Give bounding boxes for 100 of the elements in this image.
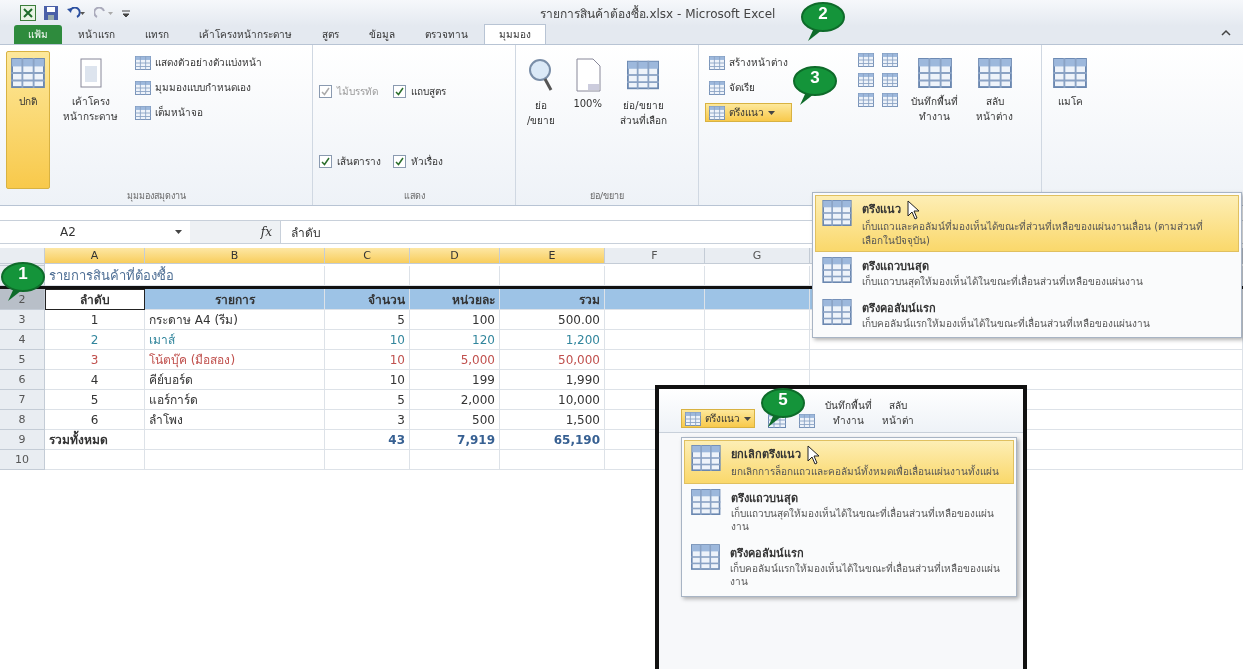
table-cell: แอร์การ์ด <box>145 390 325 410</box>
group-label: ย่อ/ขยาย <box>588 190 625 203</box>
row-header[interactable]: 9 <box>0 430 45 450</box>
column-header[interactable]: C <box>325 248 410 264</box>
ribbon-tab[interactable]: หน้าแรก <box>64 25 129 44</box>
view-option-button[interactable]: เต็มหน้าจอ <box>131 103 266 122</box>
ribbon-tab[interactable]: สูตร <box>308 25 353 44</box>
freeze-panes-icon <box>691 543 720 570</box>
menu-item-description: เก็บแถวบนสุดให้มองเห็นได้ในขณะที่เลื่อนส่วนที่เหลือของแผ่นงาน <box>730 506 995 534</box>
undo-icon[interactable] <box>66 7 86 19</box>
view-option-button[interactable]: มุมมองแบบกำหนดเอง <box>131 78 266 97</box>
table-cell: เมาส์ <box>145 330 325 350</box>
table-cell: กระดาษ A4 (รีม) <box>145 310 325 330</box>
table-cell: 50,000 <box>500 350 605 370</box>
menu-item[interactable]: ยกเลิกตรึงแนว ยกเลิกการล็อกแถวและคอลัมน์ทั้งหมดเพื่อเลื่อนแผ่นงานทั้งแผ่น <box>684 440 1014 484</box>
menu-item-description: เก็บแถวบนสุดให้มองเห็นได้ในขณะที่เลื่อนส่วนที่เหลือของแผ่นงาน <box>862 275 1143 289</box>
ribbon-tab[interactable]: มุมมอง <box>484 24 546 44</box>
new-window-button[interactable]: สร้างหน้าต่าง <box>705 53 792 72</box>
customize-toolbar-icon[interactable] <box>122 7 130 19</box>
ribbon-tab[interactable]: ตรวจทาน <box>411 25 482 44</box>
freeze-panes-icon <box>691 488 721 515</box>
table-cell: 10 <box>325 350 410 370</box>
ribbon-tab[interactable]: แฟ้ม <box>14 25 62 44</box>
group-label: แสดง <box>402 190 426 203</box>
row-header[interactable]: 5 <box>0 350 45 370</box>
save-workspace-button[interactable]: บันทึกพื้นที่ ทำงาน <box>825 398 872 428</box>
checkbox[interactable]: แถบสูตร <box>393 63 446 119</box>
column-header[interactable]: D <box>410 248 500 264</box>
menu-item-title: ยกเลิกตรึงแนว <box>731 447 801 463</box>
view-option-button[interactable]: แสดงตัวอย่างตัวแบ่งหน้า <box>131 53 266 72</box>
table-cell: จำนวน <box>325 289 410 310</box>
menu-item[interactable]: ตรึงแนว เก็บแถวและคอลัมน์ที่มองเห็นได้ขณะที่ส่วนที่เหลือของแผ่นงานเลื่อน (ตามส่วนที่เลือกในปัจจุบัน) <box>815 195 1239 252</box>
menu-item[interactable]: ตรึงคอลัมน์แรก เก็บคอลัมน์แรกให้มองเห็นได้ในขณะที่เลื่อนส่วนที่เหลือของแผ่นงาน <box>684 538 1014 594</box>
column-header[interactable]: F <box>605 248 705 264</box>
menu-item[interactable]: ตรึงแถวบนสุด เก็บแถวบนสุดให้มองเห็นได้ในขณะที่เลื่อนส่วนที่เหลือของแผ่นงาน <box>815 252 1239 294</box>
menu-item-description: ยกเลิกการล็อกแถวและคอลัมน์ทั้งหมดเพื่อเลื่อนแผ่นงานทั้งแผ่น <box>731 465 999 479</box>
callout-tooltip: 2 <box>800 2 846 42</box>
table-cell: 2 <box>45 330 145 350</box>
cursor-icon <box>807 445 821 465</box>
save-icon[interactable] <box>44 6 58 20</box>
arrange-button[interactable]: จัดเรีย <box>705 78 792 97</box>
menu-item[interactable]: ตรึงแถวบนสุด เก็บแถวบนสุดให้มองเห็นได้ในขณะที่เลื่อนส่วนที่เหลือของแผ่นงาน <box>684 483 1014 539</box>
table-cell: รวม <box>500 289 605 310</box>
menu-item-description: เก็บคอลัมน์แรกให้มองเห็นได้ในขณะที่เลื่อนส่วนที่เหลือของแผ่นงาน <box>862 316 1150 330</box>
menu-item-title: ตรึงแถวบนสุด <box>862 259 929 275</box>
table-cell: รายการสินค้าที่ต้องซื้อ <box>45 266 325 286</box>
table-cell: 5,000 <box>410 350 500 370</box>
group-label: มุมมองสมุดงาน <box>125 190 187 203</box>
table-cell: 1 <box>45 310 145 330</box>
table-cell: 2,000 <box>410 390 500 410</box>
menu-item-title: ตรึงคอลัมน์แรก <box>729 545 804 561</box>
table-cell: 1,200 <box>500 330 605 350</box>
table-cell: 5 <box>325 310 410 330</box>
menu-item-title: ตรึงแถวบนสุด <box>730 490 798 506</box>
ribbon-tab[interactable]: แทรก <box>131 25 183 44</box>
menu-item[interactable]: ตรึงคอลัมน์แรก เก็บคอลัมน์แรกให้มองเห็นได้ในขณะที่เลื่อนส่วนที่เหลือของแผ่นงาน <box>815 293 1239 335</box>
checkbox[interactable]: หัวเรื่อง <box>393 133 446 189</box>
checkbox[interactable]: เส้นตาราง <box>319 133 381 189</box>
freeze-panes-icon <box>822 200 852 226</box>
name-box[interactable]: A2 <box>60 225 76 239</box>
row-header[interactable]: 6 <box>0 370 45 390</box>
view-icon <box>135 80 151 95</box>
table-cell: คีย์บอร์ด <box>145 370 325 390</box>
table-cell: 10 <box>325 370 410 390</box>
insert-function-label[interactable]: fx <box>260 225 272 239</box>
table-cell: รวมทั้งหมด <box>45 430 145 450</box>
freeze-panes-button[interactable]: ตรึงแนว <box>705 103 792 122</box>
zoom-button[interactable]: ย่อ /ขยาย <box>522 51 561 189</box>
row-header[interactable]: 10 <box>0 450 45 470</box>
view-button[interactable]: ปกติ <box>6 51 50 189</box>
column-header[interactable]: G <box>705 248 810 264</box>
collapse-ribbon-icon[interactable] <box>1221 29 1231 36</box>
spreadsheet-app-icon[interactable] <box>20 5 36 21</box>
table-cell: 65,190 <box>500 430 605 450</box>
table-cell: ลำดับ <box>45 289 145 310</box>
formula-value[interactable]: ลำดับ <box>291 222 321 242</box>
callout-tooltip: 3 <box>792 66 838 106</box>
table-cell: 10,000 <box>500 390 605 410</box>
row-header[interactable]: 8 <box>0 410 45 430</box>
zoom-button[interactable]: 100% <box>568 51 607 189</box>
row-header[interactable]: 3 <box>0 310 45 330</box>
column-header[interactable]: A <box>45 248 145 264</box>
row-header[interactable]: 4 <box>0 330 45 350</box>
table-cell: 3 <box>45 350 145 370</box>
column-header[interactable]: B <box>145 248 325 264</box>
select-all-corner[interactable] <box>0 248 45 264</box>
view-button[interactable]: เค้าโครง หน้ากระดาษ <box>58 51 123 189</box>
zoom-button[interactable]: ย่อ/ขยาย ส่วนที่เลือก <box>614 51 672 189</box>
switch-windows-button[interactable]: สลับ หน้าต่า <box>882 398 914 428</box>
freeze-panes-button[interactable]: ตรึงแนว <box>681 409 755 428</box>
freeze-panes-icon <box>822 298 852 325</box>
ribbon-tab[interactable]: ข้อมูล <box>355 25 409 44</box>
table-cell: 199 <box>410 370 500 390</box>
row-header[interactable]: 7 <box>0 390 45 410</box>
table-cell: ลำโพง <box>145 410 325 430</box>
column-header[interactable]: E <box>500 248 605 264</box>
ribbon-tab[interactable]: เค้าโครงหน้ากระดาษ <box>185 25 306 44</box>
table-cell: 10 <box>325 330 410 350</box>
table-cell: 1,500 <box>500 410 605 430</box>
table-cell: 43 <box>325 430 410 450</box>
